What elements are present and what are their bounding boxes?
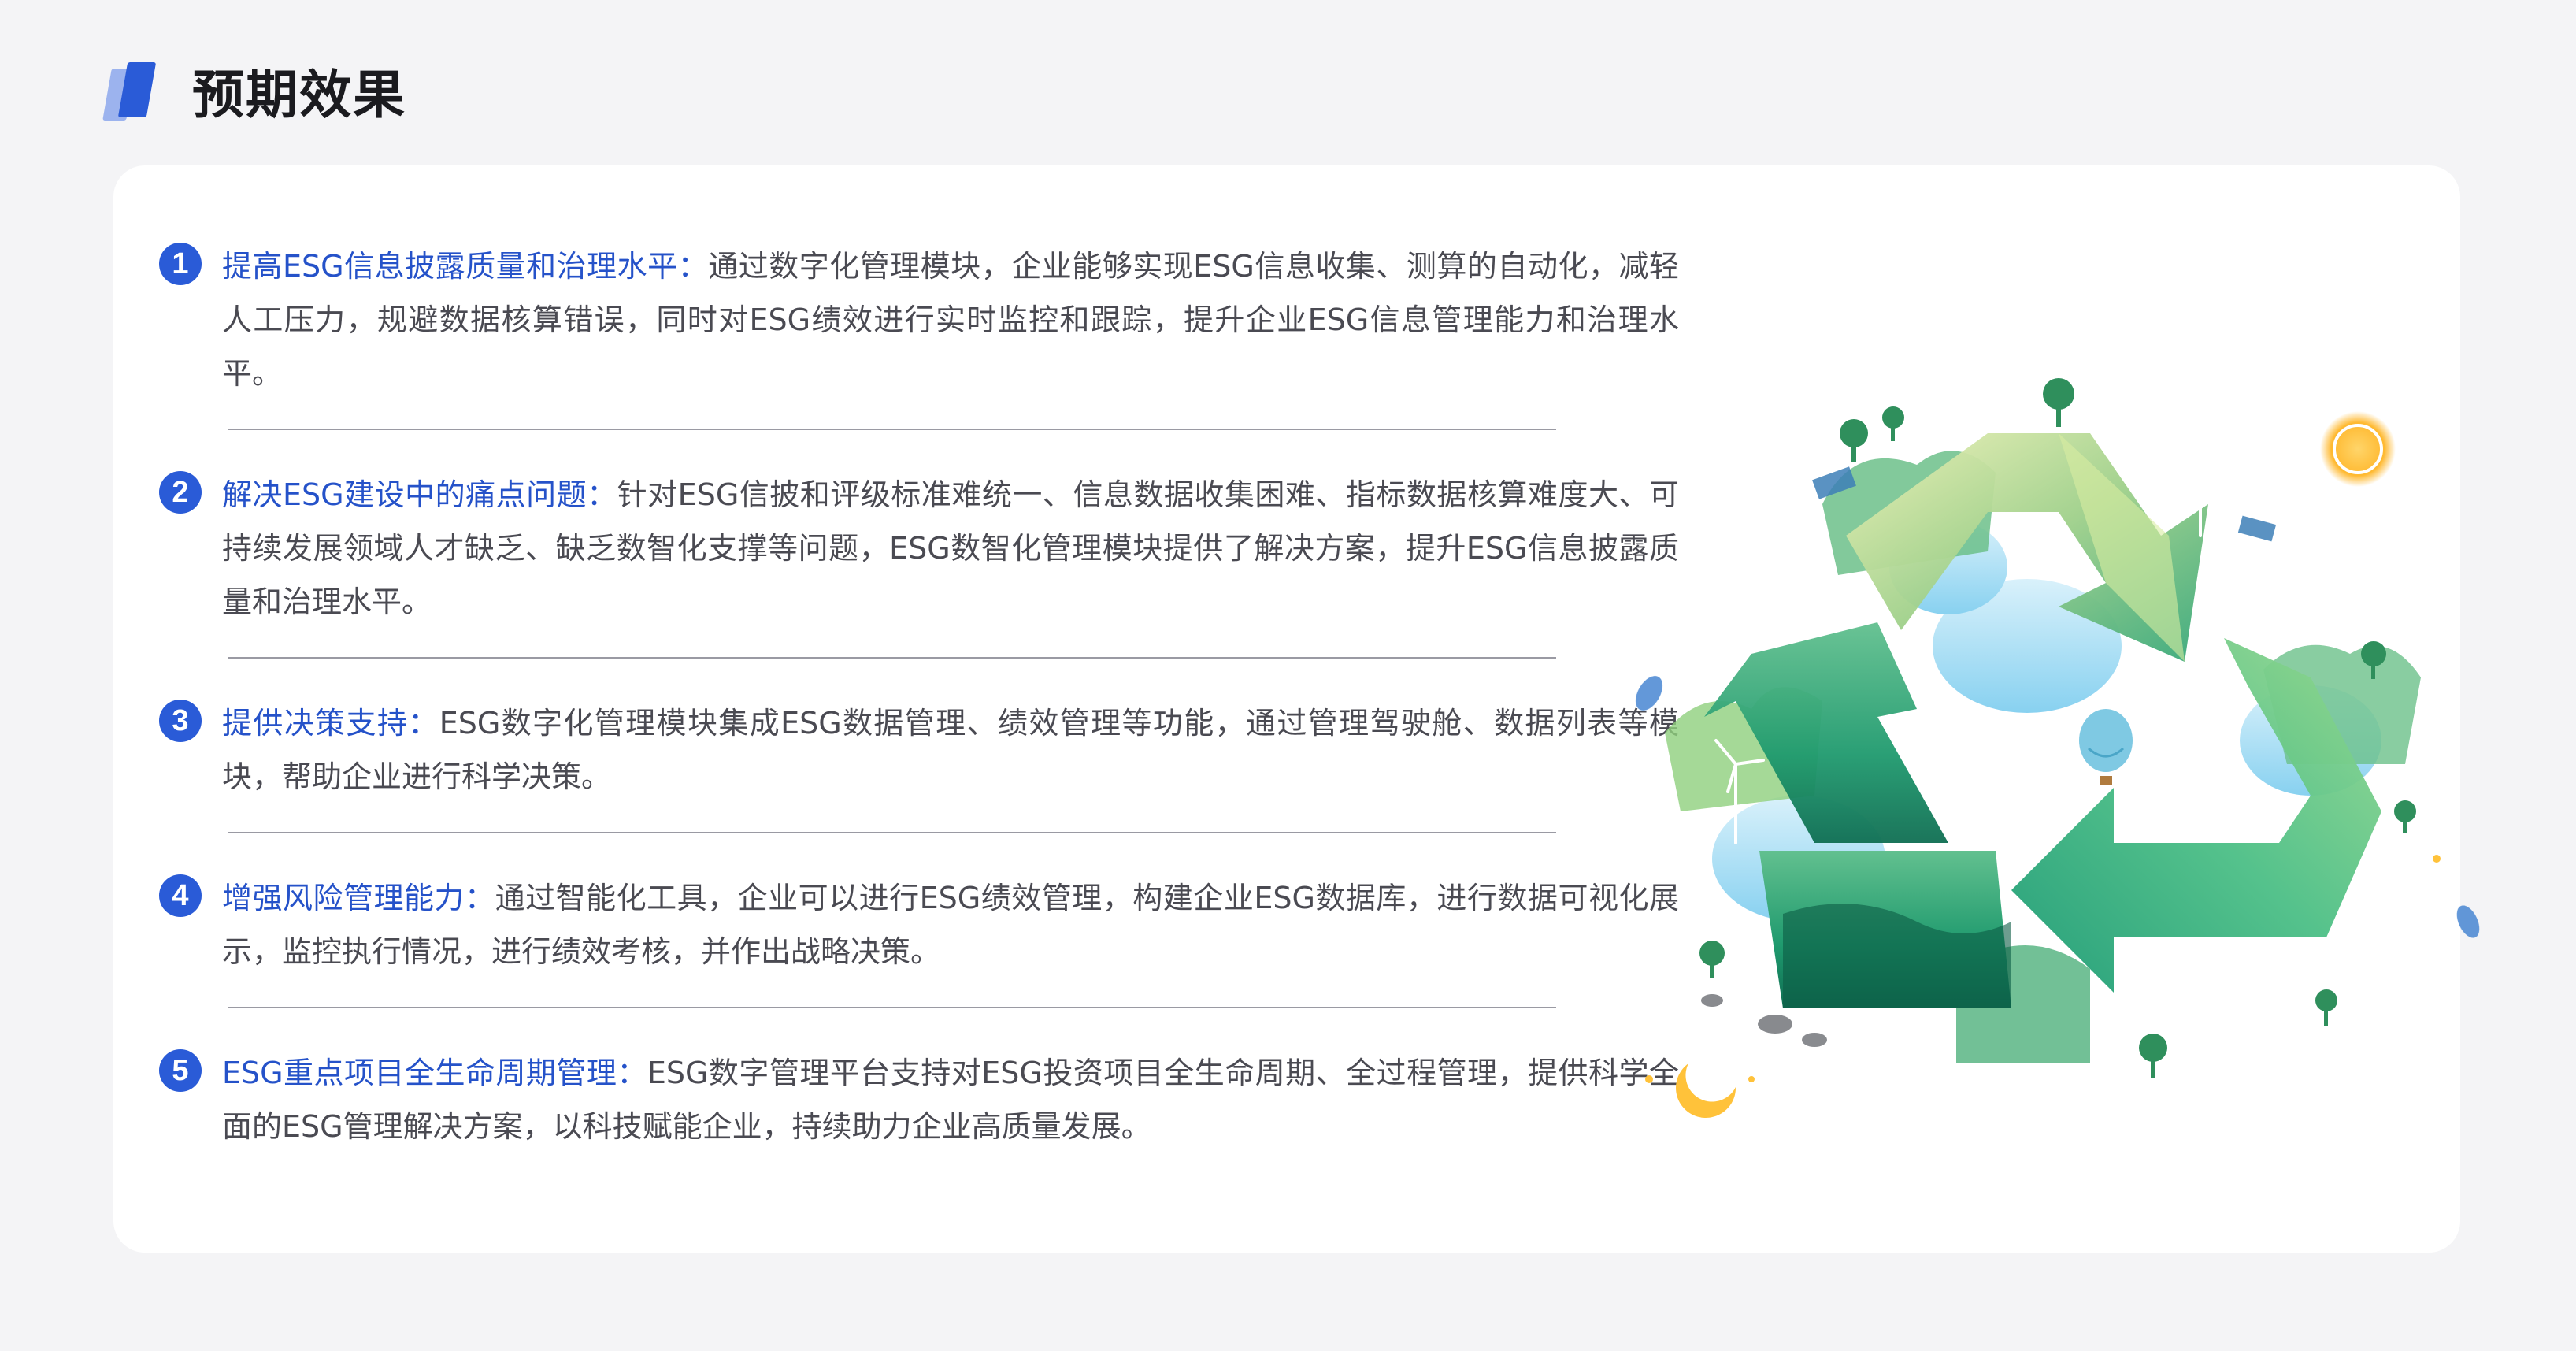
item-text: 提高ESG信息披露质量和治理水平：通过数字化管理模块，企业能够实现ESG信息收集… xyxy=(222,239,1679,400)
item-heading: ESG重点项目全生命周期管理： xyxy=(222,1056,647,1090)
item-text: ESG重点项目全生命周期管理：ESG数字管理平台支持对ESG投资项目全生命周期、… xyxy=(222,1046,1679,1153)
number-badge: 2 xyxy=(159,471,202,514)
item-heading: 提供决策支持： xyxy=(222,706,439,740)
logo-bars-icon xyxy=(102,59,158,122)
list-item: 3 提供决策支持：ESG数字化管理模块集成ESG数据管理、绩效管理等功能，通过管… xyxy=(159,696,1679,804)
number-badge: 5 xyxy=(159,1049,202,1092)
page-title: 预期效果 xyxy=(192,65,406,125)
item-text: 提供决策支持：ESG数字化管理模块集成ESG数据管理、绩效管理等功能，通过管理驾… xyxy=(222,696,1679,804)
list-item: 5 ESG重点项目全生命周期管理：ESG数字管理平台支持对ESG投资项目全生命周… xyxy=(159,1046,1679,1153)
item-heading: 解决ESG建设中的痛点问题： xyxy=(222,477,617,512)
item-text: 增强风险管理能力：通过智能化工具，企业可以进行ESG绩效管理，构建企业ESG数据… xyxy=(222,871,1679,978)
list-item: 2 解决ESG建设中的痛点问题：针对ESG信披和评级标准难统一、信息数据收集困难… xyxy=(159,468,1679,629)
item-body: ESG数字化管理模块集成ESG数据管理、绩效管理等功能，通过管理驾驶舱、数据列表… xyxy=(222,706,1679,794)
number-badge: 3 xyxy=(159,700,202,742)
number-badge: 1 xyxy=(159,243,202,285)
recycle-icon xyxy=(1635,378,2480,1118)
item-text: 解决ESG建设中的痛点问题：针对ESG信披和评级标准难统一、信息数据收集困难、指… xyxy=(222,468,1679,629)
item-heading: 提高ESG信息披露质量和治理水平： xyxy=(222,249,709,284)
divider xyxy=(228,657,1556,659)
number-badge: 4 xyxy=(159,874,202,917)
page: 预期效果 1 提高ESG信息披露质量和治理水平：通过数字化管理模块，企业能够实现… xyxy=(0,0,2576,1351)
content-card: 1 提高ESG信息披露质量和治理水平：通过数字化管理模块，企业能够实现ESG信息… xyxy=(113,165,2480,1253)
divider xyxy=(228,429,1556,430)
list-item: 4 增强风险管理能力：通过智能化工具，企业可以进行ESG绩效管理，构建企业ESG… xyxy=(159,871,1679,978)
page-header: 预期效果 xyxy=(102,55,406,126)
item-heading: 增强风险管理能力： xyxy=(222,881,495,915)
divider xyxy=(228,832,1556,833)
effects-list: 1 提高ESG信息披露质量和治理水平：通过数字化管理模块，企业能够实现ESG信息… xyxy=(159,239,1679,1153)
list-item: 1 提高ESG信息披露质量和治理水平：通过数字化管理模块，企业能够实现ESG信息… xyxy=(159,239,1679,400)
divider xyxy=(228,1007,1556,1008)
